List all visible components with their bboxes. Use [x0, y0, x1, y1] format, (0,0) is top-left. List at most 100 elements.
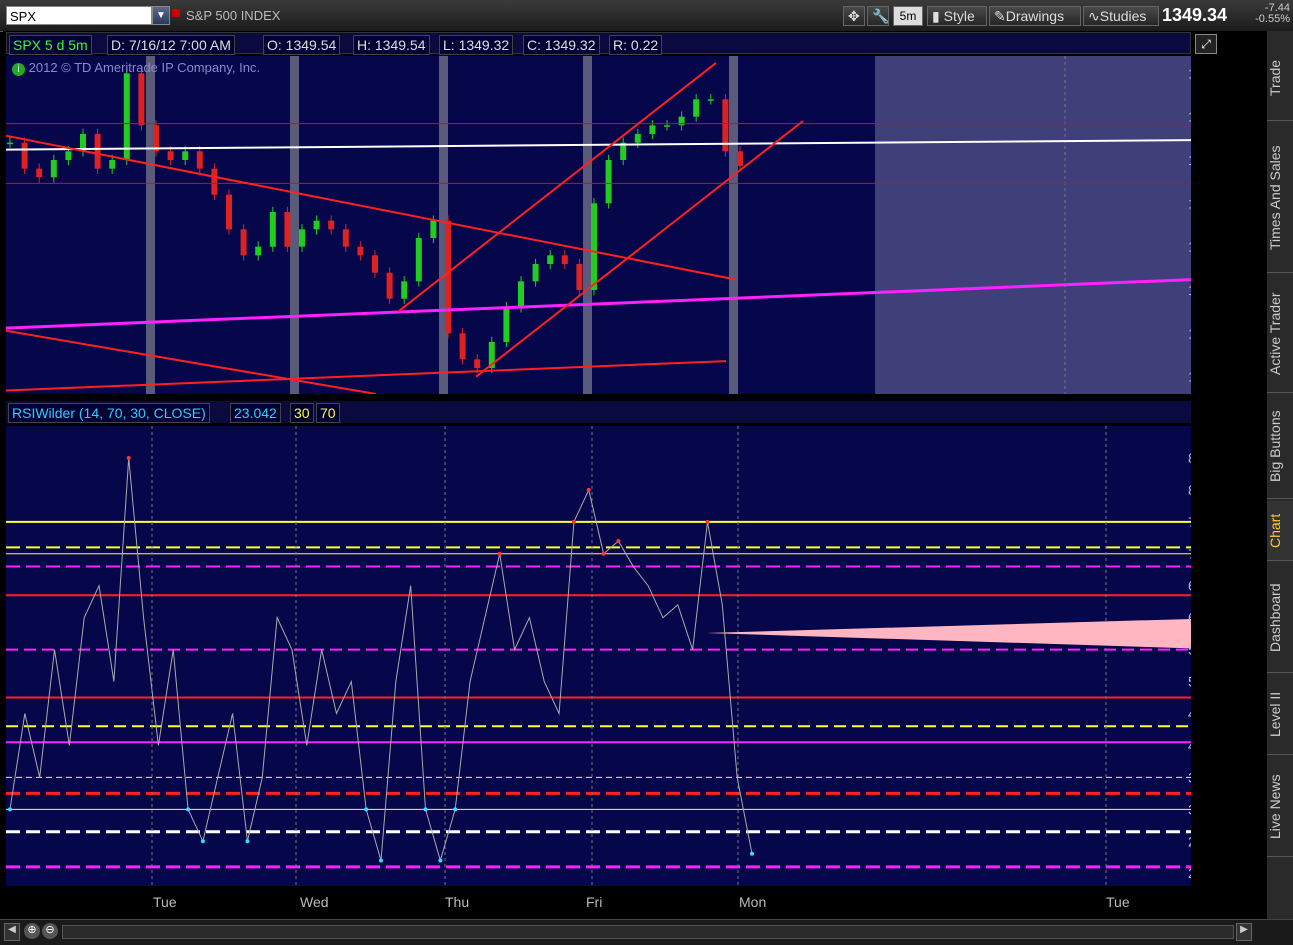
- chart-settings-icon[interactable]: ⤢: [1195, 34, 1217, 54]
- rsi-overbought-point: [571, 519, 576, 524]
- candle-body: [591, 203, 597, 290]
- candle-body: [182, 151, 189, 160]
- candle-body: [36, 168, 43, 178]
- zoom-out-icon[interactable]: ⊖: [42, 923, 58, 939]
- bar-open: O: 1349.54: [263, 35, 341, 55]
- rsi-tick-label: 35: [1188, 769, 1191, 785]
- candle-body: [707, 99, 714, 101]
- candle-body: [240, 229, 247, 256]
- symbol-dropdown-button[interactable]: ▼: [152, 6, 170, 25]
- rsi-tick-label: 65: [1188, 578, 1191, 594]
- x-tick-label: Fri: [586, 894, 603, 910]
- style-button[interactable]: ▮ Style: [927, 6, 987, 26]
- tab-big-buttons[interactable]: Big Buttons: [1267, 395, 1293, 499]
- bar-date: D: 7/16/12 7:00 AM: [107, 35, 235, 55]
- rsi-study-title: RSIWilder (14, 70, 30, CLOSE): [8, 403, 210, 423]
- session-divider: [583, 56, 592, 394]
- tab-trade[interactable]: Trade: [1267, 35, 1293, 121]
- wrench-icon[interactable]: 🔧: [867, 6, 889, 26]
- rsi-overbought-point: [601, 551, 606, 556]
- session-divider: [729, 56, 738, 394]
- horizontal-scrollbar[interactable]: [62, 925, 1234, 939]
- rsi-panel: 2025303540455055606570758085703023.0421: [6, 426, 1259, 886]
- rsi-tick-label: 50: [1188, 674, 1191, 690]
- last-price: 1349.34: [1162, 5, 1228, 25]
- price-chart-svg: 132513301335134013451350135513601349.32: [5, 56, 1257, 395]
- price-panel: 132513301335134013451350135513601349.32: [5, 56, 1257, 395]
- tab-live-news[interactable]: Live News: [1267, 757, 1293, 857]
- tab-chart[interactable]: Chart: [1267, 501, 1293, 561]
- rsi-tick-label: 55: [1188, 642, 1191, 658]
- style-label: Style: [943, 8, 975, 24]
- candle-body: [664, 125, 670, 127]
- session-divider: [146, 56, 155, 394]
- candle-body: [634, 134, 641, 143]
- net-change: -7.44 -0.55%: [1246, 3, 1290, 25]
- chart-symbol-title: SPX 5 d 5m: [9, 35, 92, 55]
- price-header: SPX 5 d 5m D: 7/16/12 7:00 AM O: 1349.54…: [6, 32, 1191, 55]
- rsi-tick-label: 40: [1188, 737, 1191, 753]
- price-tick-label: 1325: [1188, 369, 1191, 385]
- candle-body: [693, 99, 700, 117]
- timeframe-button[interactable]: 5m: [893, 6, 923, 26]
- rsi-value: 23.042: [230, 403, 281, 423]
- candle-body: [109, 160, 116, 169]
- rsi-tick-label: 70: [1188, 546, 1191, 562]
- studies-icon: ∿: [1088, 8, 1100, 24]
- tab-times-and-sales[interactable]: Times And Sales: [1267, 123, 1293, 273]
- rsi-tick-label: 85: [1188, 450, 1191, 466]
- candle-body: [123, 73, 130, 160]
- index-name: S&P 500 INDEX: [186, 8, 281, 23]
- price-tick-label: 1335: [1188, 282, 1191, 298]
- candle-body: [401, 281, 408, 299]
- x-tick-label: Thu: [445, 894, 470, 910]
- candle-body: [50, 160, 57, 178]
- rsi-oversold-point: [245, 839, 250, 844]
- future-zone: [875, 56, 1191, 394]
- candle-body: [386, 272, 393, 299]
- symbol-input[interactable]: SPX: [6, 6, 152, 25]
- crosshair-tool-icon[interactable]: ✥: [843, 6, 865, 26]
- drawings-button[interactable]: ✎Drawings: [989, 6, 1081, 26]
- rsi-header: RSIWilder (14, 70, 30, CLOSE) 23.042 30 …: [6, 401, 1191, 423]
- tab-dashboard[interactable]: Dashboard: [1267, 563, 1293, 673]
- candle-body: [547, 255, 554, 264]
- base-trend-line: [5, 360, 727, 392]
- rsi-overbought-point: [586, 487, 591, 492]
- zoom-in-icon[interactable]: ⊕: [24, 923, 40, 939]
- rsi-chart-svg: 2025303540455055606570758085703023.0421: [6, 426, 1259, 886]
- copyright-label: 2012 © TD Ameritrade IP Company, Inc.: [28, 60, 261, 75]
- projection-cone: [706, 618, 1191, 649]
- rsi-overbought-point: [705, 519, 710, 524]
- candle-body: [226, 194, 232, 230]
- rsi-oversold-point: [453, 807, 458, 812]
- candle-body: [649, 125, 656, 134]
- candle-body: [269, 212, 276, 247]
- candle-body: [196, 151, 203, 169]
- candle-body: [532, 264, 539, 282]
- studies-button[interactable]: ∿Studies: [1083, 6, 1159, 26]
- scroll-left-icon[interactable]: ◀: [4, 923, 20, 941]
- scroll-right-icon[interactable]: ▶: [1236, 923, 1252, 941]
- candle-body: [65, 151, 72, 160]
- style-icon: ▮: [932, 8, 940, 24]
- pencil-icon: ✎: [994, 8, 1006, 24]
- candle-body: [211, 168, 218, 195]
- candle-body: [328, 220, 335, 230]
- candle-body: [561, 255, 568, 264]
- candle-body: [737, 151, 743, 166]
- candle-body: [7, 142, 13, 145]
- rsi-oversold-point: [364, 807, 369, 812]
- bar-high: H: 1349.54: [353, 35, 430, 55]
- candle-body: [459, 333, 466, 360]
- price-tick-label: 1350: [1188, 152, 1191, 168]
- tab-level-ii[interactable]: Level II: [1267, 675, 1293, 755]
- tab-active-trader[interactable]: Active Trader: [1267, 275, 1293, 393]
- candle-body: [357, 246, 364, 256]
- rsi-overbought-point: [616, 539, 621, 543]
- rsi-overbought-point: [497, 551, 502, 556]
- rsi-tick-label: 60: [1188, 610, 1191, 626]
- x-tick-label: Tue: [1106, 894, 1130, 910]
- info-icon: i: [12, 63, 25, 76]
- channel-lower-line: [475, 120, 804, 378]
